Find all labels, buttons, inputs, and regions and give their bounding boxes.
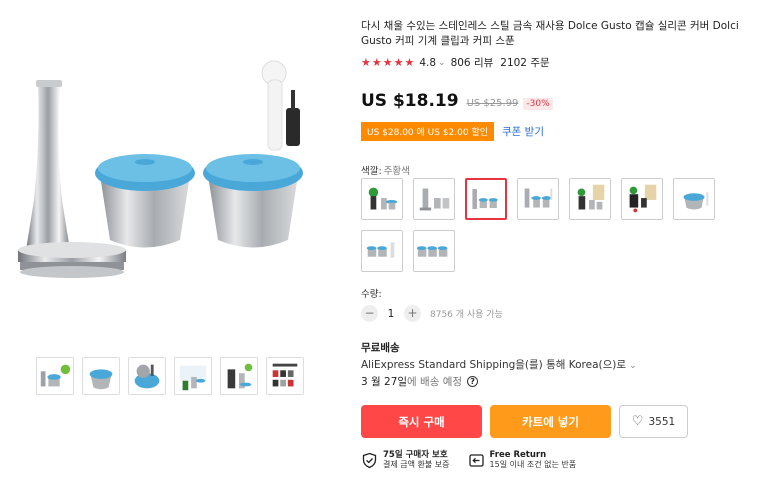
return-title: Free Return xyxy=(489,450,547,460)
rating-stars-icon: ★★★★★ xyxy=(361,56,416,69)
heart-icon: ♡ xyxy=(631,414,644,429)
shield-icon xyxy=(362,452,377,468)
thumbnail-strip xyxy=(36,357,304,395)
chevron-down-icon: ⌄ xyxy=(629,361,637,371)
color-swatch-7[interactable] xyxy=(673,178,715,220)
price-row: US $18.19 US $25.99 -30% xyxy=(361,91,553,111)
shipping-method-text: AliExpress Standard Shipping을(를) 통해 Kore… xyxy=(361,359,627,371)
thumbnail-4[interactable] xyxy=(174,357,212,395)
return-icon xyxy=(468,453,484,467)
thumbnail-1[interactable] xyxy=(36,357,74,395)
quantity-input[interactable]: 1 xyxy=(378,308,404,320)
color-swatch-4[interactable] xyxy=(517,178,559,220)
coupon-badge: US $28.00 에 US $2.00 할인 xyxy=(361,122,495,141)
color-value: 주황색 xyxy=(383,166,410,177)
wishlist-count: 3551 xyxy=(648,415,676,428)
add-to-cart-button[interactable]: 카트에 넣기 xyxy=(490,405,611,438)
product-gallery xyxy=(0,0,345,486)
current-price: US $18.19 xyxy=(361,91,459,111)
quantity-label: 수량: xyxy=(361,289,382,300)
delivery-date: 3 월 27일 xyxy=(361,376,408,388)
color-swatch-3[interactable] xyxy=(465,178,507,220)
coupon-row: US $28.00 에 US $2.00 할인 쿠폰 받기 xyxy=(361,122,544,141)
color-label-text: 색깔: xyxy=(361,166,382,177)
color-label: 색깔: 주황색 xyxy=(361,163,410,177)
wishlist-button[interactable]: ♡ 3551 xyxy=(619,405,688,438)
get-coupon-link[interactable]: 쿠폰 받기 xyxy=(502,124,544,139)
discount-badge: -30% xyxy=(523,98,553,110)
protection-subtitle: 결제 금액 환불 보증 xyxy=(383,460,450,469)
color-swatch-9[interactable] xyxy=(413,230,455,272)
help-icon[interactable]: ? xyxy=(467,376,479,387)
thumbnail-5[interactable] xyxy=(220,357,258,395)
chevron-down-icon[interactable]: ⌄ xyxy=(438,58,446,68)
order-count: 2102 주문 xyxy=(500,57,550,69)
main-product-image[interactable] xyxy=(10,50,335,320)
buy-now-button[interactable]: 즉시 구매 xyxy=(361,405,482,438)
color-swatch-6[interactable] xyxy=(621,178,663,220)
delivery-suffix: 에 배송 예정 xyxy=(407,376,463,388)
buyer-protection[interactable]: 75일 구매자 보호 결제 금액 환불 보증 xyxy=(361,450,450,470)
return-subtitle: 15일 이내 조건 없는 반품 xyxy=(489,460,577,469)
rating-row: ★★★★★ 4.8 ⌄ 806 리뷰 2102 주문 xyxy=(361,55,550,70)
color-swatch-2[interactable] xyxy=(413,178,455,220)
protection-title: 75일 구매자 보호 xyxy=(383,450,448,460)
free-return[interactable]: Free Return 15일 이내 조건 없는 반품 xyxy=(468,450,577,470)
thumbnail-2[interactable] xyxy=(82,357,120,395)
color-swatch-8[interactable] xyxy=(361,230,403,272)
delivery-estimate: 3 월 27일 에 배송 예정 ? xyxy=(361,374,479,389)
review-count[interactable]: 806 리뷰 xyxy=(451,55,494,70)
quantity-minus-button[interactable]: − xyxy=(361,305,378,322)
stock-available: 8756 개 사용 가능 xyxy=(430,310,503,320)
rating-value: 4.8 xyxy=(419,56,437,69)
quantity-stepper: − 1 + 8756 개 사용 가능 xyxy=(361,305,503,322)
color-swatches xyxy=(361,178,721,272)
thumbnail-6[interactable] xyxy=(266,357,304,395)
original-price: US $25.99 xyxy=(466,98,519,109)
color-swatch-5[interactable] xyxy=(569,178,611,220)
action-buttons: 즉시 구매 카트에 넣기 ♡ 3551 xyxy=(361,405,688,438)
shipping-title: 무료배송 xyxy=(361,342,400,354)
shipping-method[interactable]: AliExpress Standard Shipping을(를) 통해 Kore… xyxy=(361,357,642,372)
buyer-assurance: 75일 구매자 보호 결제 금액 환불 보증 Free Return 15일 이… xyxy=(361,450,576,470)
color-swatch-1[interactable] xyxy=(361,178,403,220)
quantity-plus-button[interactable]: + xyxy=(404,305,421,322)
thumbnail-3[interactable] xyxy=(128,357,166,395)
product-title: 다시 채울 수있는 스테인레스 스틸 금속 재사용 Dolce Gusto 캡슐… xyxy=(361,20,739,47)
